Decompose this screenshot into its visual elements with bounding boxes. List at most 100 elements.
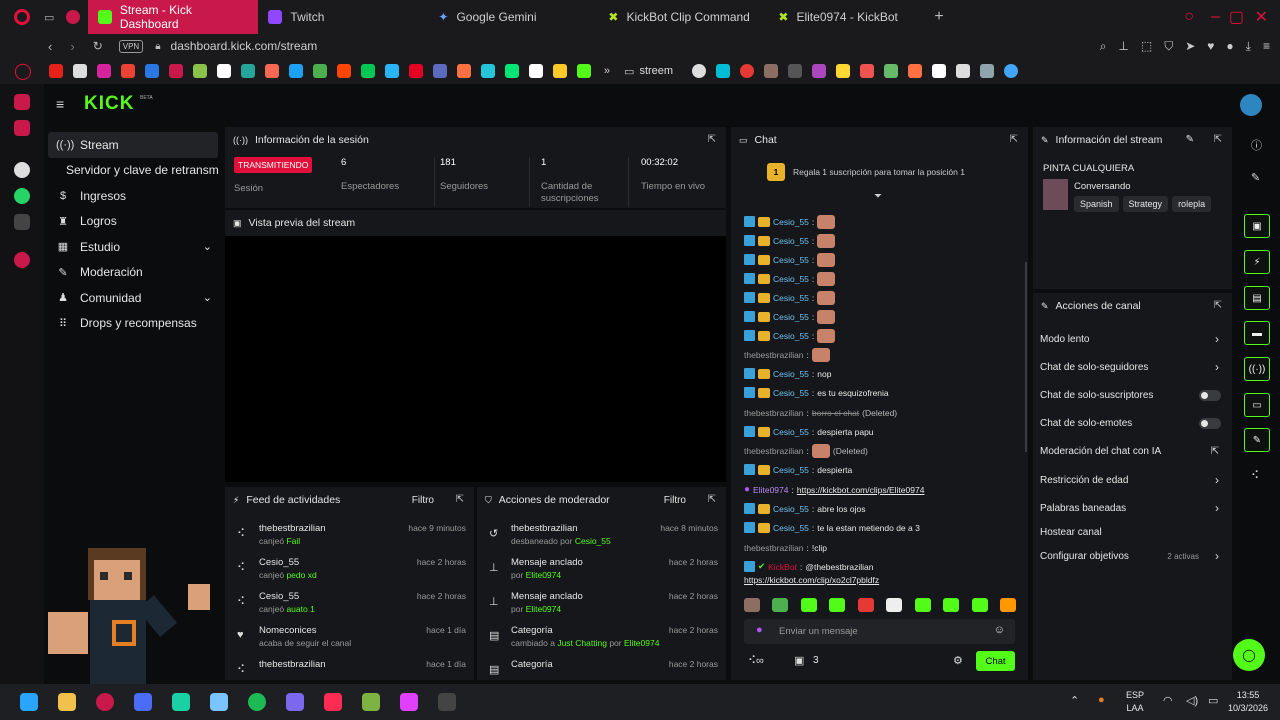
- profile-icon[interactable]: ●: [1226, 39, 1233, 54]
- tray-chevron-icon[interactable]: ⌃: [1070, 694, 1079, 707]
- app-taskbar-icon[interactable]: [286, 693, 304, 711]
- emoji-icon[interactable]: ☺: [994, 624, 1005, 636]
- sidebar-item-server-key[interactable]: Servidor y clave de retransm: [44, 158, 222, 184]
- quick-action-raid[interactable]: ⚡︎: [1244, 250, 1270, 274]
- sidebar-item-studio[interactable]: ▦ Estudio ⌄: [48, 234, 218, 260]
- tag[interactable]: Strategy: [1122, 196, 1169, 212]
- emote[interactable]: [886, 598, 903, 612]
- app-bookmark-icon[interactable]: [576, 64, 591, 78]
- avatar[interactable]: [1240, 94, 1262, 116]
- back-icon[interactable]: ‹: [48, 39, 52, 54]
- gmail-bookmark-icon[interactable]: [120, 64, 135, 78]
- x-icon[interactable]: [14, 214, 30, 230]
- channel-action-goals[interactable]: Configurar objetivos 2 activas ›: [1040, 542, 1225, 570]
- emote[interactable]: [772, 598, 789, 612]
- quick-action-broadcast[interactable]: ((·)): [1244, 357, 1270, 381]
- app-bookmark-icon[interactable]: [552, 64, 567, 78]
- kick-logo[interactable]: KICK: [84, 93, 134, 115]
- google-bookmark-icon[interactable]: [528, 64, 543, 78]
- forward-icon[interactable]: ›: [70, 39, 74, 54]
- channel-action-age-restriction[interactable]: Restricción de edad ›: [1040, 466, 1225, 494]
- cmd-icon[interactable]: [438, 693, 456, 711]
- app-bookmark-icon[interactable]: [764, 64, 779, 78]
- spotify-icon[interactable]: [248, 693, 266, 711]
- settings-icon[interactable]: [14, 252, 30, 268]
- app-bookmark-icon[interactable]: [908, 64, 923, 78]
- chat-message-link[interactable]: https://kickbot.com/clip/xo2cl7pbldfz: [744, 570, 879, 589]
- tab-islands-icon[interactable]: ▭: [44, 11, 54, 24]
- app-bookmark-icon[interactable]: [956, 64, 971, 78]
- channel-action-followers-only[interactable]: Chat de solo-seguidores ›: [1040, 353, 1225, 381]
- support-chat-button[interactable]: ◯: [1233, 639, 1265, 671]
- sidebar-item-drops[interactable]: ⠿ Drops y recompensas: [48, 311, 222, 337]
- app-bookmark-icon[interactable]: [192, 64, 207, 78]
- stream-preview-video[interactable]: [225, 236, 726, 482]
- battery-icon[interactable]: ▭: [1208, 694, 1218, 707]
- channel-action-ai-moderation[interactable]: Moderación del chat con IA ⇱: [1040, 437, 1225, 465]
- minecraft-icon[interactable]: [362, 693, 380, 711]
- language-indicator[interactable]: ESP LAA: [1126, 689, 1144, 715]
- wifi-icon[interactable]: ◠: [1163, 694, 1173, 707]
- aria-icon[interactable]: [14, 94, 30, 110]
- scrollbar[interactable]: [1025, 262, 1027, 452]
- x-bookmark-icon[interactable]: [788, 64, 803, 78]
- sidebar-item-revenue[interactable]: $ Ingresos: [48, 183, 222, 209]
- app-bookmark-icon[interactable]: [480, 64, 495, 78]
- app-bookmark-icon[interactable]: [432, 64, 447, 78]
- expand-icon[interactable]: ⇱: [1010, 134, 1018, 145]
- tag[interactable]: rolepla: [1172, 196, 1212, 212]
- chat-settings-icon[interactable]: ⚙: [953, 654, 963, 667]
- channel-action-slow-mode[interactable]: Modo lento ›: [1040, 325, 1225, 353]
- info-icon[interactable]: ⓘ: [1251, 137, 1262, 153]
- opera-logo-icon[interactable]: [14, 9, 30, 25]
- file-explorer-icon[interactable]: [58, 693, 76, 711]
- app-bookmark-icon[interactable]: [860, 64, 875, 78]
- page-bookmark-icon[interactable]: [72, 64, 87, 78]
- shield-icon[interactable]: ⛉: [1164, 39, 1173, 54]
- expand-icon[interactable]: ⇱: [456, 494, 464, 505]
- app-bookmark-icon[interactable]: [216, 64, 231, 78]
- clock[interactable]: 13:55 10/3/2026: [1228, 689, 1268, 715]
- vpn-badge[interactable]: VPN: [118, 39, 144, 53]
- app-bookmark-icon[interactable]: [504, 64, 519, 78]
- emote[interactable]: [857, 598, 874, 612]
- quick-action-chat[interactable]: ▬: [1244, 321, 1270, 345]
- url-field[interactable]: dashboard.kick.com/stream: [171, 39, 318, 53]
- edit-icon[interactable]: ✎: [1186, 134, 1194, 145]
- app-bookmark-icon[interactable]: [740, 64, 755, 78]
- youtube-bookmark-icon[interactable]: [48, 64, 63, 78]
- sidebar-item-achievements[interactable]: ♜ Logros: [48, 209, 222, 235]
- app-bookmark-icon[interactable]: [884, 64, 899, 78]
- channel-action-emotes-only[interactable]: Chat de solo-emotes: [1040, 409, 1225, 437]
- terminal-app-icon[interactable]: [172, 693, 190, 711]
- bookmark-folder-streem[interactable]: streem: [639, 65, 673, 77]
- app-bookmark-icon[interactable]: [812, 64, 827, 78]
- app-bookmark-icon[interactable]: [288, 64, 303, 78]
- app-bookmark-icon[interactable]: [456, 64, 471, 78]
- gift-leaderboard-banner[interactable]: 1 Regala 1 suscripción para tomar la pos…: [767, 163, 965, 181]
- zoom-icon[interactable]: ⌕: [1100, 39, 1107, 54]
- tab-kickbot-elite[interactable]: ✖ Elite0974 - KickBot: [768, 0, 928, 34]
- pin-icon[interactable]: ⊥: [1118, 39, 1128, 54]
- app-bookmark-icon[interactable]: [144, 64, 159, 78]
- sidebar-item-community[interactable]: ♟ Comunidad ⌄: [48, 285, 218, 311]
- chest-icon[interactable]: ▣: [794, 654, 804, 667]
- sidebar-item-moderation[interactable]: ✎ Moderación: [48, 260, 222, 286]
- reddit-bookmark-icon[interactable]: [336, 64, 351, 78]
- expand-icon[interactable]: ⇱: [708, 134, 716, 145]
- collapse-icon[interactable]: ⏷: [874, 191, 882, 202]
- quick-action-clip[interactable]: ▣: [1244, 214, 1270, 238]
- minimize-icon[interactable]: –: [1211, 8, 1220, 26]
- emote[interactable]: [744, 598, 760, 612]
- expand-icon[interactable]: ⇱: [1214, 134, 1222, 145]
- filter-button[interactable]: Filtro: [412, 495, 434, 506]
- send-icon[interactable]: ➤: [1185, 39, 1195, 54]
- whatsapp-icon[interactable]: [14, 188, 30, 204]
- emote[interactable]: [971, 598, 988, 612]
- maximize-icon[interactable]: ▢: [1229, 7, 1244, 27]
- app-bookmark-icon[interactable]: [360, 64, 375, 78]
- chat-send-button[interactable]: Chat: [976, 651, 1015, 671]
- more-bookmarks-icon[interactable]: »: [604, 65, 610, 77]
- tiktok-icon[interactable]: [324, 693, 342, 711]
- emote[interactable]: [800, 598, 817, 612]
